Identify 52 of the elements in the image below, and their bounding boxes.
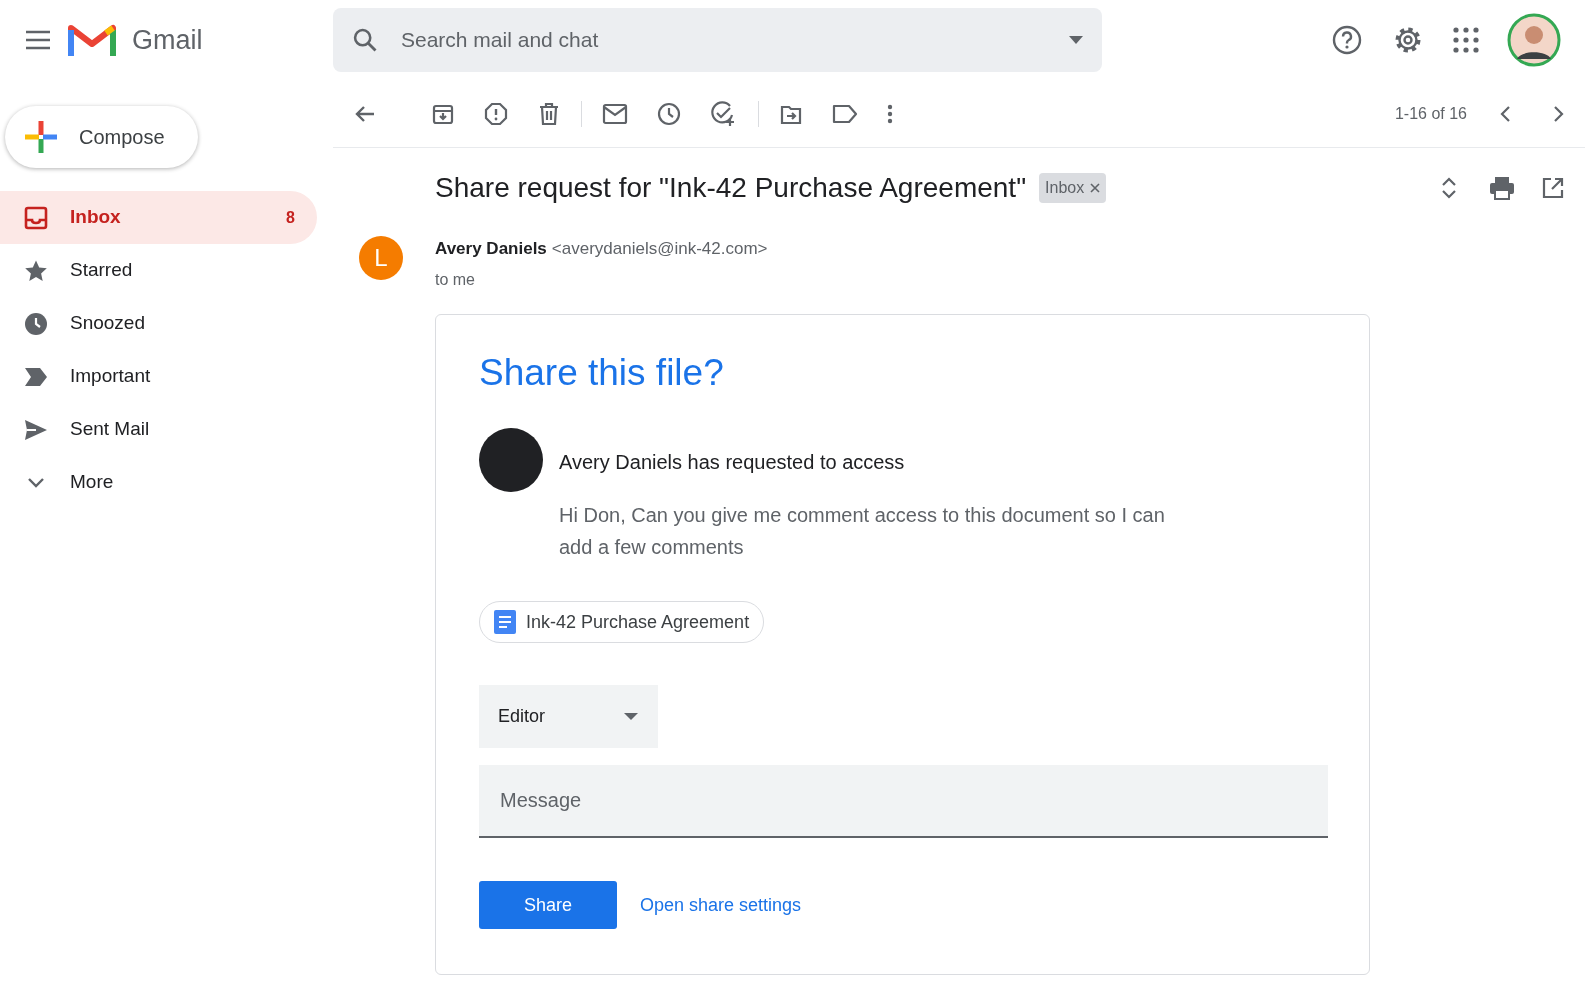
inbox-label-chip[interactable]: Inbox xyxy=(1039,173,1107,203)
share-button[interactable]: Share xyxy=(479,881,617,929)
important-marker-icon xyxy=(24,366,48,387)
help-icon[interactable] xyxy=(1331,24,1363,56)
search-bar[interactable]: Search mail and chat xyxy=(333,8,1102,72)
pagination-text: 1-16 of 16 xyxy=(1394,103,1467,124)
message-field[interactable]: Message xyxy=(479,765,1328,838)
more-options-icon[interactable] xyxy=(887,103,893,124)
open-share-settings-link[interactable]: Open share settings xyxy=(640,891,802,919)
chevron-down-icon xyxy=(27,476,45,489)
search-icon xyxy=(351,26,379,54)
open-in-new-window-icon[interactable] xyxy=(1541,176,1565,200)
sidebar-item[interactable]: Starred xyxy=(0,244,317,297)
role-dropdown[interactable]: Editor xyxy=(479,685,658,748)
document-icon xyxy=(494,610,516,634)
sidebar-item[interactable]: More xyxy=(0,456,317,509)
gmail-logo-icon xyxy=(68,22,116,58)
recipient-text: to me xyxy=(435,269,476,290)
inbox-icon xyxy=(24,205,48,230)
send-icon xyxy=(24,418,48,441)
trash-icon[interactable] xyxy=(537,101,561,126)
envelope-icon[interactable] xyxy=(602,102,628,125)
unread-count: 8 xyxy=(286,207,295,228)
caret-icon xyxy=(623,712,639,721)
card-title: Share this file? xyxy=(479,350,725,395)
request-message: Hi Don, Can you give me comment access to this document so I can add a few comments xyxy=(559,503,1166,560)
request-text: Avery Daniels has requested to access xyxy=(559,450,906,475)
plus-icon xyxy=(23,119,59,155)
clock-icon xyxy=(24,311,48,336)
search-input[interactable]: Search mail and chat xyxy=(401,24,1046,56)
sender-name: Avery Daniels xyxy=(435,238,547,260)
menu-icon[interactable] xyxy=(24,29,52,51)
close-icon[interactable] xyxy=(1090,183,1101,193)
email-subject: Share request for "Ink-42 Purchase Agreement" xyxy=(435,171,1027,205)
clock-icon[interactable] xyxy=(657,101,681,126)
caret-icon[interactable] xyxy=(1068,35,1084,45)
avatar-icon[interactable] xyxy=(1507,13,1561,67)
apps-grid-icon[interactable] xyxy=(1453,27,1479,53)
expand-collapse-icon[interactable] xyxy=(1441,177,1457,199)
sidebar-item[interactable]: Snoozed xyxy=(0,297,317,350)
sidebar-item[interactable]: Inbox 8 xyxy=(0,191,317,244)
sidebar-item[interactable]: Sent Mail xyxy=(0,403,317,456)
previous-page-icon[interactable] xyxy=(1499,104,1513,123)
sidebar-item[interactable]: Important xyxy=(0,350,317,403)
print-icon[interactable] xyxy=(1489,176,1515,200)
next-page-icon[interactable] xyxy=(1551,104,1565,123)
compose-button[interactable]: Compose xyxy=(5,106,198,168)
app-name: Gmail xyxy=(132,23,203,57)
report-spam-icon[interactable] xyxy=(484,101,508,126)
sender-email: <averydaniels@ink-42.com> xyxy=(551,238,768,260)
sender-avatar: L xyxy=(359,236,403,280)
label-icon[interactable] xyxy=(832,102,858,125)
